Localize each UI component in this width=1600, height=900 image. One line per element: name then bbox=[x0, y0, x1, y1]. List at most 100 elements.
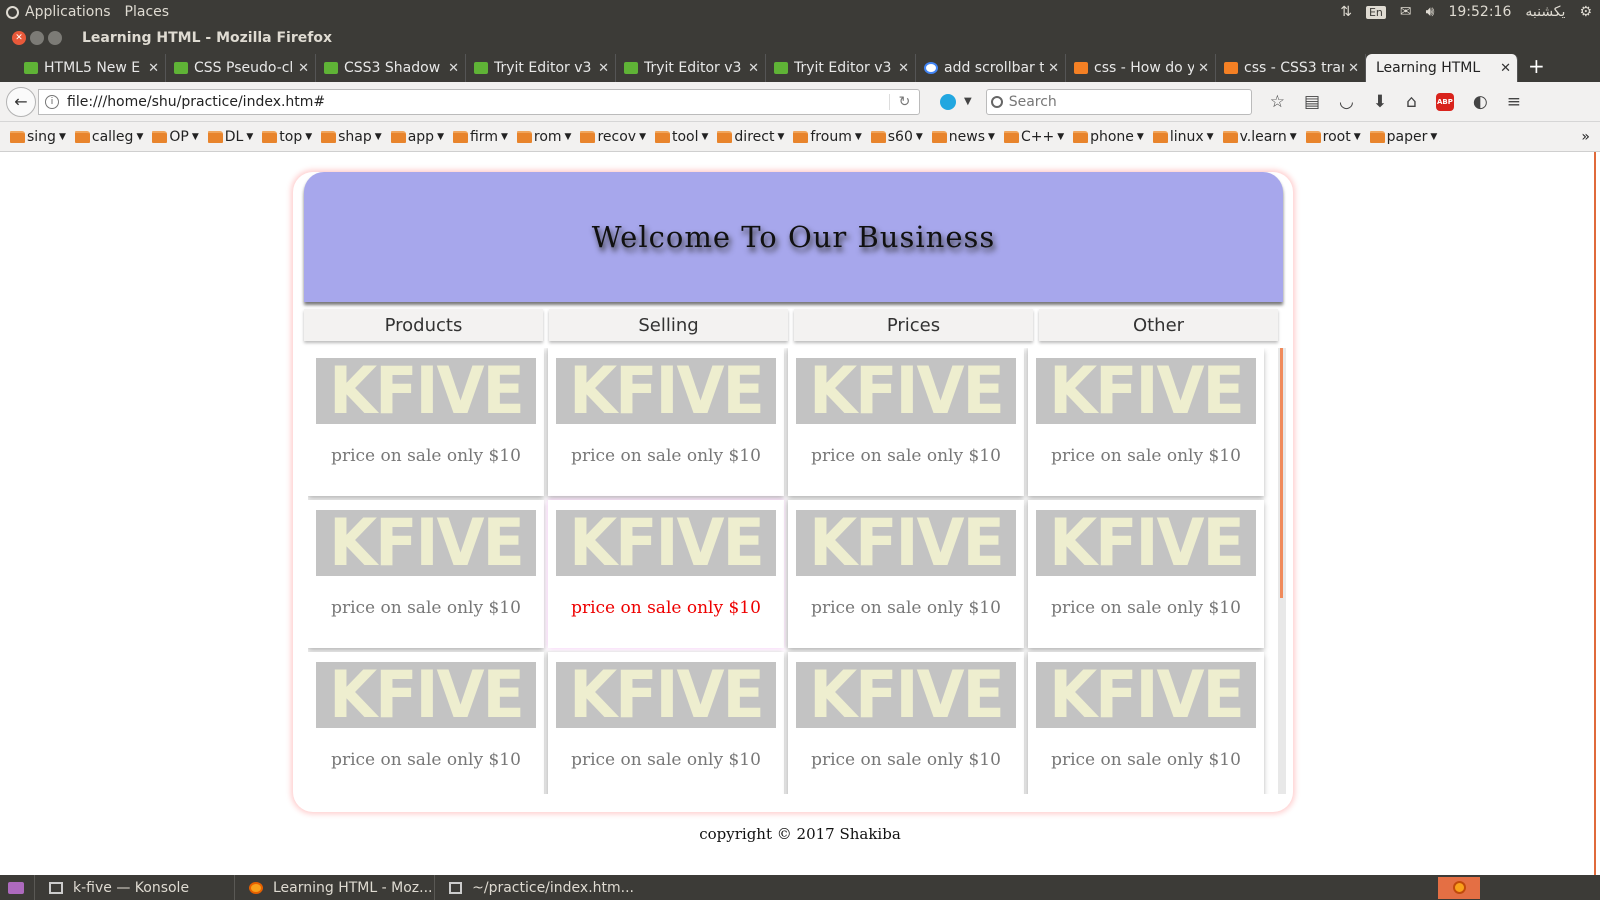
reading-list-icon[interactable]: ▤ bbox=[1304, 92, 1320, 112]
applications-menu[interactable]: Applications bbox=[25, 4, 111, 20]
bookmark-folder[interactable]: recov ▼ bbox=[580, 129, 646, 145]
home-icon[interactable]: ⌂ bbox=[1406, 92, 1417, 112]
bookmark-folder[interactable]: v.learn ▼ bbox=[1222, 129, 1297, 145]
window-close-button[interactable]: ✕ bbox=[12, 31, 26, 45]
bookmark-folder[interactable]: app ▼ bbox=[390, 129, 444, 145]
pocket-icon[interactable]: ◡ bbox=[1339, 92, 1354, 112]
scrollbar-thumb[interactable] bbox=[1280, 348, 1283, 598]
bookmark-folder[interactable]: news ▼ bbox=[931, 129, 995, 145]
adblock-icon[interactable]: ABP bbox=[1435, 92, 1454, 111]
browser-tab-active[interactable]: Learning HTML ✕ bbox=[1366, 54, 1518, 82]
browser-tab[interactable]: CSS Pseudo-cl ✕ bbox=[166, 54, 316, 82]
tab-close-icon[interactable]: ✕ bbox=[1048, 61, 1059, 76]
bookmark-folder[interactable]: OP ▼ bbox=[152, 129, 199, 145]
bookmark-folder[interactable]: froum ▼ bbox=[793, 129, 862, 145]
product-grid[interactable]: KFIVE price on sale only $10 KFIVE price on… bbox=[308, 348, 1278, 794]
menu-item-products[interactable]: Products bbox=[304, 309, 543, 341]
page-scrollbar[interactable] bbox=[1594, 152, 1596, 875]
tab-close-icon[interactable]: ✕ bbox=[898, 61, 909, 76]
reload-icon[interactable]: ↻ bbox=[889, 93, 919, 110]
product-card[interactable]: KFIVE price on sale only $10 bbox=[308, 500, 544, 648]
bookmark-star-icon[interactable]: ☆ bbox=[1270, 92, 1285, 112]
bookmark-folder[interactable]: s60 ▼ bbox=[870, 129, 923, 145]
product-card[interactable]: KFIVE price on sale only $10 bbox=[1028, 348, 1264, 496]
product-card[interactable]: KFIVE price on sale only $10 bbox=[1028, 500, 1264, 648]
product-card[interactable]: KFIVE price on sale only $10 bbox=[788, 500, 1024, 648]
volume-icon[interactable]: 🔊︎ bbox=[1426, 4, 1435, 20]
extension-icon[interactable] bbox=[940, 93, 956, 110]
browser-tab[interactable]: CSS3 Shadow ✕ bbox=[316, 54, 466, 82]
bookmark-label: firm bbox=[469, 128, 498, 145]
product-card[interactable]: KFIVE price on sale only $10 bbox=[788, 348, 1024, 496]
bookmark-folder[interactable]: rom ▼ bbox=[516, 129, 571, 145]
browser-tab[interactable]: HTML5 New E ✕ bbox=[16, 54, 166, 82]
grid-scrollbar[interactable] bbox=[1278, 348, 1286, 794]
product-card[interactable]: KFIVE price on sale only $10 bbox=[788, 652, 1024, 794]
taskbar-item-firefox[interactable]: Learning HTML - Moz... bbox=[234, 875, 434, 900]
bookmark-folder[interactable]: phone ▼ bbox=[1073, 129, 1144, 145]
product-card[interactable]: KFIVE price on sale only $10 bbox=[308, 652, 544, 794]
url-bar[interactable]: i file:///home/shu/practice/index.htm# ↻ bbox=[38, 88, 920, 115]
tab-close-icon[interactable]: ✕ bbox=[448, 61, 459, 76]
bookmark-folder[interactable]: root ▼ bbox=[1305, 129, 1361, 145]
ubuntu-logo-icon[interactable] bbox=[6, 5, 19, 19]
bookmark-folder[interactable]: tool ▼ bbox=[654, 129, 708, 145]
site-info-icon[interactable]: i bbox=[45, 94, 59, 109]
tab-close-icon[interactable]: ✕ bbox=[1348, 61, 1359, 76]
bookmark-folder[interactable]: DL ▼ bbox=[207, 129, 253, 145]
tab-close-icon[interactable]: ✕ bbox=[748, 61, 759, 76]
bookmark-folder[interactable]: linux ▼ bbox=[1152, 129, 1214, 145]
window-minimize-button[interactable] bbox=[30, 31, 44, 45]
browser-tab[interactable]: Tryit Editor v3 ✕ bbox=[616, 54, 766, 82]
tab-close-icon[interactable]: ✕ bbox=[1500, 61, 1511, 76]
settings-gear-icon[interactable]: ⚙ bbox=[1579, 4, 1592, 20]
menu-item-other[interactable]: Other bbox=[1039, 309, 1278, 341]
workspace-switcher[interactable] bbox=[1438, 876, 1480, 899]
product-card[interactable]: KFIVE price on sale only $10 bbox=[548, 500, 784, 648]
taskbar-item-konsole[interactable]: k-five — Konsole bbox=[34, 875, 234, 900]
browser-tab[interactable]: Tryit Editor v3 ✕ bbox=[766, 54, 916, 82]
bookmark-folder[interactable]: top ▼ bbox=[262, 129, 312, 145]
bookmark-folder[interactable]: C++ ▼ bbox=[1003, 129, 1064, 145]
chevron-down-icon[interactable]: ▼ bbox=[964, 96, 972, 107]
bookmark-folder[interactable]: direct ▼ bbox=[717, 129, 784, 145]
download-icon[interactable]: ⬇ bbox=[1373, 92, 1387, 112]
taskbar-item-editor[interactable]: ~/practice/index.htm... bbox=[434, 875, 634, 900]
places-menu[interactable]: Places bbox=[125, 4, 170, 20]
bookmarks-overflow-icon[interactable]: » bbox=[1581, 129, 1590, 145]
tab-close-icon[interactable]: ✕ bbox=[148, 61, 159, 76]
network-icon[interactable]: ⇅ bbox=[1340, 4, 1352, 20]
product-card[interactable]: KFIVE price on sale only $10 bbox=[548, 652, 784, 794]
back-button[interactable]: ← bbox=[6, 86, 36, 117]
url-text[interactable]: file:///home/shu/practice/index.htm# bbox=[67, 94, 889, 110]
menu-item-selling[interactable]: Selling bbox=[549, 309, 788, 341]
tab-close-icon[interactable]: ✕ bbox=[598, 61, 609, 76]
mail-icon[interactable]: ✉ bbox=[1400, 4, 1412, 20]
bookmark-folder[interactable]: paper ▼ bbox=[1369, 129, 1437, 145]
browser-tab[interactable]: Tryit Editor v3 ✕ bbox=[466, 54, 616, 82]
price-text: price on sale only $10 bbox=[571, 446, 761, 466]
bookmark-label: shap bbox=[338, 128, 372, 145]
keyboard-layout-indicator[interactable]: En bbox=[1365, 5, 1386, 19]
product-card[interactable]: KFIVE price on sale only $10 bbox=[548, 348, 784, 496]
tab-close-icon[interactable]: ✕ bbox=[298, 61, 309, 76]
browser-tab[interactable]: css - CSS3 tran ✕ bbox=[1216, 54, 1366, 82]
search-input[interactable]: Search bbox=[985, 88, 1252, 115]
clock[interactable]: 19:52:16 bbox=[1448, 4, 1511, 20]
tab-close-icon[interactable]: ✕ bbox=[1198, 61, 1209, 76]
bookmark-folder[interactable]: sing ▼ bbox=[10, 129, 66, 145]
browser-tab[interactable]: css - How do y ✕ bbox=[1066, 54, 1216, 82]
bookmark-folder[interactable]: shap ▼ bbox=[321, 129, 382, 145]
menu-item-prices[interactable]: Prices bbox=[794, 309, 1033, 341]
show-desktop-icon[interactable] bbox=[8, 881, 24, 894]
browser-tab[interactable]: add scrollbar t ✕ bbox=[916, 54, 1066, 82]
hamburger-menu-icon[interactable]: ≡ bbox=[1507, 92, 1521, 112]
privacy-icon[interactable]: ◐ bbox=[1473, 92, 1488, 112]
product-card[interactable]: KFIVE price on sale only $10 bbox=[308, 348, 544, 496]
new-tab-button[interactable]: + bbox=[1528, 54, 1545, 78]
bookmark-folder[interactable]: firm ▼ bbox=[452, 128, 508, 145]
day-label[interactable]: یکشنبه bbox=[1525, 4, 1565, 20]
window-maximize-button[interactable] bbox=[48, 31, 62, 45]
product-card[interactable]: KFIVE price on sale only $10 bbox=[1028, 652, 1264, 794]
bookmark-folder[interactable]: calleg ▼ bbox=[74, 129, 143, 145]
